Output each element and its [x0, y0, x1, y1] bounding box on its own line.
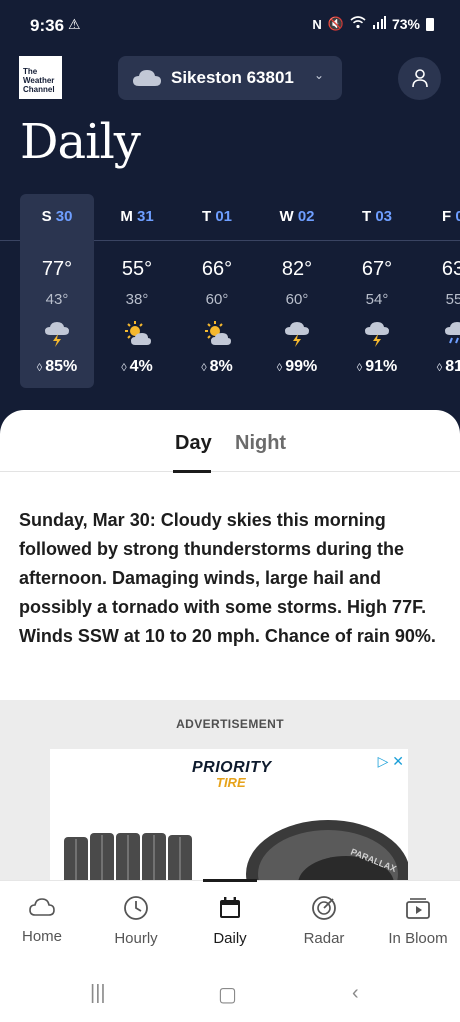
- header-region: 9:36 ⚠ N 🔇 73% The Weather Channel Sikes…: [0, 0, 460, 440]
- location-selector[interactable]: Sikeston 63801 ⌄: [118, 56, 342, 100]
- precip-chance: ◊81%: [436, 358, 460, 375]
- day-low: 43°: [45, 291, 69, 308]
- day-high: 77°: [41, 258, 73, 280]
- thunderstorm-icon: [284, 320, 310, 353]
- nav-active-indicator: [203, 879, 257, 882]
- partly-sunny-icon: [124, 320, 152, 353]
- precip-chance: ◊ 8%: [201, 358, 233, 375]
- day-high: 66°: [201, 258, 233, 280]
- tab-night[interactable]: Night: [235, 432, 286, 455]
- status-bar: 9:36 ⚠ N 🔇 73%: [0, 0, 460, 50]
- person-icon: [412, 69, 428, 88]
- page-title: Daily: [20, 114, 141, 170]
- active-tab-indicator: [173, 470, 211, 473]
- day-high: 67°: [361, 258, 393, 280]
- day-card[interactable]: F 04 63° 55° ◊81%: [420, 194, 460, 388]
- day-high: 55°: [121, 258, 153, 280]
- day-high: 82°: [281, 258, 313, 280]
- calendar-icon: [220, 897, 240, 918]
- ad-banner[interactable]: PRIORITY TIRE ▷ ✕ PARALLAX: [50, 749, 408, 880]
- status-right: N 🔇 73%: [312, 16, 434, 32]
- clock-icon: [124, 896, 148, 920]
- warning-icon: ⚠: [68, 16, 81, 32]
- day-low: 54°: [365, 291, 389, 308]
- home-cloud-icon: [29, 898, 55, 916]
- nav-home[interactable]: Home: [0, 895, 88, 945]
- battery-icon: [426, 17, 434, 31]
- day-card[interactable]: S 30 77° 43° ◊ 85%: [20, 194, 94, 388]
- bottom-nav: Home Hourly Daily Radar In Bloom: [0, 879, 460, 966]
- day-night-tabs: Day Night: [0, 410, 460, 473]
- recents-button[interactable]: |||: [90, 982, 106, 1005]
- rain-icon: [444, 320, 460, 353]
- day-low: 60°: [205, 291, 229, 308]
- nfc-icon: N: [312, 16, 322, 32]
- system-nav-bar: ||| ▢ ‹: [0, 966, 460, 1022]
- tire-image: PARALLAX: [64, 820, 408, 880]
- day-card[interactable]: T 03 67° 54° ◊ 91%: [340, 194, 414, 388]
- precip-chance: ◊ 99%: [276, 358, 318, 375]
- details-sheet: Day Night Sunday, Mar 30: Cloudy skies t…: [0, 410, 460, 700]
- home-button[interactable]: ▢: [218, 982, 237, 1007]
- advertisement-label: ADVERTISEMENT: [176, 717, 284, 731]
- precip-chance: ◊ 85%: [36, 358, 78, 375]
- precip-chance: ◊ 4%: [121, 358, 153, 375]
- day-card[interactable]: M 31 55° 38° ◊ 4%: [100, 194, 174, 388]
- thunderstorm-icon: [364, 320, 390, 353]
- tab-day[interactable]: Day: [175, 432, 212, 455]
- signal-icon: [372, 16, 386, 32]
- day-low: 55°: [445, 291, 460, 308]
- daily-strip[interactable]: S 30 77° 43° ◊ 85% M 31 55° 38° ◊ 4% T 01 …: [0, 194, 460, 394]
- advertisement-area: ADVERTISEMENT PRIORITY TIRE ▷ ✕ PARALLAX: [0, 700, 460, 880]
- day-low: 38°: [125, 291, 149, 308]
- mute-icon: 🔇: [327, 16, 344, 31]
- day-card[interactable]: T 01 66° 60° ◊ 8%: [180, 194, 254, 388]
- nav-hourly[interactable]: Hourly: [90, 895, 182, 947]
- nav-radar[interactable]: Radar: [278, 895, 370, 947]
- radar-icon: [312, 896, 336, 920]
- video-icon: [406, 898, 430, 919]
- status-time: 9:36: [30, 16, 65, 35]
- day-high: 63°: [441, 258, 460, 280]
- thunderstorm-icon: [44, 320, 70, 353]
- chevron-down-icon: ⌄: [314, 68, 325, 82]
- wifi-icon: [350, 16, 366, 32]
- nav-in-bloom[interactable]: In Bloom: [372, 895, 460, 947]
- day-low: 60°: [285, 291, 309, 308]
- day-card[interactable]: W 02 82° 60° ◊ 99%: [260, 194, 334, 388]
- profile-button[interactable]: [398, 57, 441, 100]
- back-button[interactable]: ‹: [352, 982, 359, 1005]
- nav-daily[interactable]: Daily: [184, 895, 276, 947]
- partly-sunny-icon: [204, 320, 232, 353]
- weather-channel-logo[interactable]: The Weather Channel: [19, 56, 62, 99]
- cloud-icon: [132, 67, 162, 94]
- location-name: Sikeston 63801: [171, 68, 294, 87]
- precip-chance: ◊ 91%: [356, 358, 398, 375]
- forecast-description: Sunday, Mar 30: Cloudy skies this mornin…: [19, 510, 436, 646]
- battery-text: 73%: [391, 16, 420, 32]
